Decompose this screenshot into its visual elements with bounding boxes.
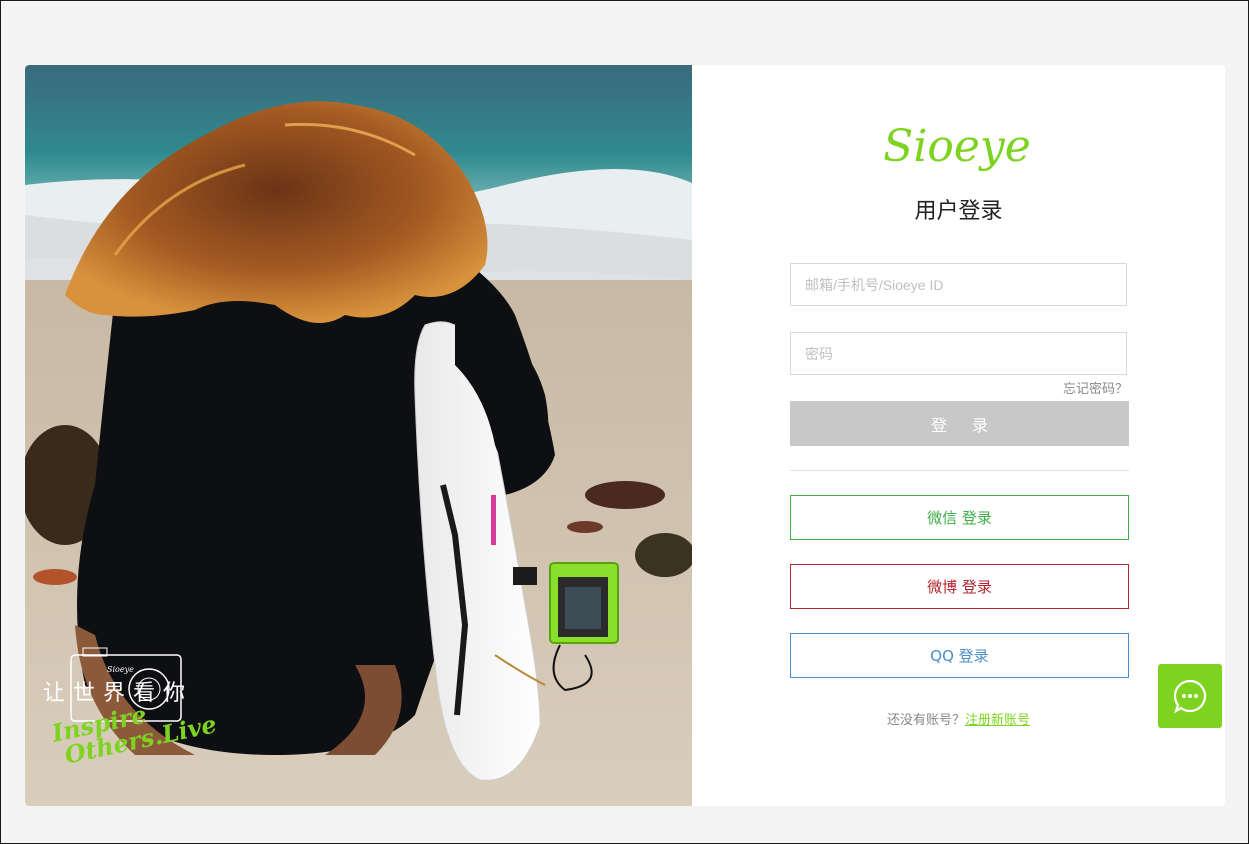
login-card: Sioeye 让世界看你 Inspire Others.Live Sioeye … — [25, 65, 1225, 806]
wechat-login-button[interactable]: 微信 登录 — [790, 495, 1129, 540]
divider — [790, 470, 1129, 471]
register-prompt: 还没有账号？ — [886, 713, 965, 728]
register-row: 还没有账号？注册新账号 — [692, 709, 1225, 728]
account-input[interactable] — [790, 263, 1127, 306]
login-button[interactable]: 登 录 — [790, 401, 1129, 446]
weibo-login-button[interactable]: 微博 登录 — [790, 564, 1129, 609]
page-title: 用户登录 — [914, 199, 1003, 224]
forgot-password-link[interactable]: 忘记密码？ — [1063, 378, 1128, 397]
sioeye-logo: Sioeye — [883, 121, 1031, 172]
password-input[interactable] — [790, 332, 1127, 375]
hero-photo: Sioeye 让世界看你 Inspire Others.Live — [25, 65, 692, 806]
chat-bubble-icon — [1173, 679, 1207, 714]
login-panel: Sioeye 用户登录 忘记密码？ 登 录 微信 登录 微博 登录 QQ 登录 … — [692, 65, 1225, 806]
mini-logo: Sioeye — [107, 665, 134, 674]
register-link[interactable]: 注册新账号 — [965, 713, 1030, 728]
chat-button[interactable] — [1158, 664, 1222, 728]
qq-login-button[interactable]: QQ 登录 — [790, 633, 1129, 678]
sioeye-logo-text: Sioeye — [883, 121, 1031, 172]
